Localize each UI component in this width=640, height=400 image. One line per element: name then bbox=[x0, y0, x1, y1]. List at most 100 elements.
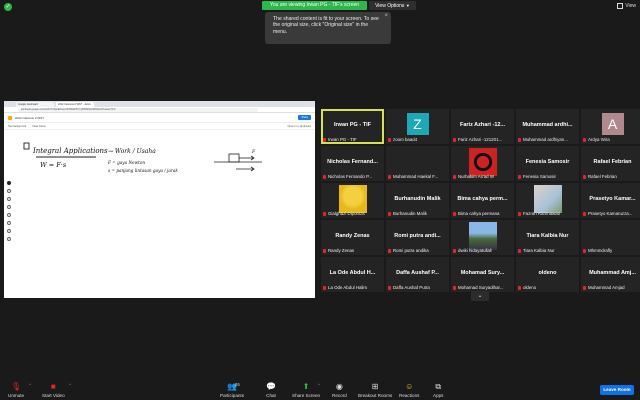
jamboard-header: 2022 Calculus 2 WST Share bbox=[4, 113, 315, 123]
participant-name: Tiara Kalbia Nur bbox=[523, 248, 555, 253]
participant-name-label: Romi putra andika bbox=[388, 248, 429, 253]
participants-button[interactable]: 👥 26 Participants bbox=[220, 382, 244, 398]
participant-display-name: La Ode Abdul H... bbox=[329, 270, 376, 276]
participant-tile[interactable]: Muhammad Haekal F... bbox=[386, 146, 449, 181]
participant-display-name: Prasetyo Kamar... bbox=[589, 196, 636, 202]
participant-tile[interactable]: Fazrah Rahmawati bbox=[516, 183, 579, 218]
microphone-muted-icon bbox=[388, 174, 391, 179]
microphone-muted-icon bbox=[453, 285, 456, 290]
participant-tile[interactable]: Fenesia Samosir Fenesia Samosir bbox=[516, 146, 579, 181]
participant-display-name: Muhammad ardhi... bbox=[522, 122, 573, 128]
eraser-tool-icon[interactable] bbox=[7, 189, 11, 193]
participant-display-name: Bima cahya perm... bbox=[457, 196, 508, 202]
participant-name-label: Ardya Wira bbox=[583, 137, 610, 142]
participant-tile[interactable]: Nurhakim As'ad W bbox=[451, 146, 514, 181]
start-video-button[interactable]: ■ Start Video bbox=[42, 382, 65, 398]
audio-options-chevron-icon[interactable]: ^ bbox=[29, 382, 31, 387]
participant-tile[interactable]: dwiki hidayatullah bbox=[451, 220, 514, 255]
participant-display-name: Romi putra andi... bbox=[394, 233, 441, 239]
set-background-button[interactable]: Set background bbox=[8, 125, 26, 128]
participant-tile[interactable]: La Ode Abdul H... La Ode Abdul Halim bbox=[321, 257, 384, 292]
share-screen-button[interactable]: ⬆ Share Screen bbox=[292, 382, 320, 398]
participant-tile[interactable]: Randy Zenas Randy Zenas bbox=[321, 220, 384, 255]
participant-tile[interactable]: Daffa Aushaf P... Daffa Aushaf Putra bbox=[386, 257, 449, 292]
view-button[interactable]: View bbox=[617, 3, 636, 9]
participant-tile[interactable]: Fariz Azhari -12... Fariz Azhari -121201.… bbox=[451, 109, 514, 144]
jamboard-canvas[interactable]: Integral Applications W = F·s → Work / U… bbox=[14, 131, 311, 298]
participant-tile[interactable]: Bima cahya perm... Bima cahya permana bbox=[451, 183, 514, 218]
participant-name-label: Nurhakim As'ad W bbox=[453, 174, 494, 179]
gallery-next-page-button[interactable]: ⌄ bbox=[471, 291, 489, 301]
microphone-muted-icon bbox=[518, 211, 521, 216]
close-icon[interactable]: × bbox=[384, 13, 388, 19]
participant-tile[interactable]: Prasetyo Kamar... Prasetyo Kamaruzza... bbox=[581, 183, 640, 218]
smiley-icon: ☺ bbox=[405, 382, 414, 391]
unmute-button[interactable]: 🎙 Unmute bbox=[8, 382, 24, 398]
participant-name-label: Daffa Aushaf Putra bbox=[388, 285, 430, 290]
participant-photo bbox=[468, 148, 497, 176]
image-tool-icon[interactable] bbox=[7, 213, 11, 217]
participant-tile[interactable]: Burhanudin Malik Burhanudin Malik bbox=[386, 183, 449, 218]
participant-name-label: Irwan PG - TIF bbox=[323, 137, 357, 142]
participant-tile[interactable]: A Ardya Wira bbox=[581, 109, 640, 144]
participant-tile[interactable]: oldeno oldeno bbox=[516, 257, 579, 292]
record-button[interactable]: ◉ Record bbox=[332, 382, 347, 398]
pen-tool-icon[interactable] bbox=[7, 181, 11, 185]
participant-tile[interactable]: Gialghazi Diponiza bbox=[321, 183, 384, 218]
participant-tile[interactable]: Nicholas Fernand... Nicholas Fernando P..… bbox=[321, 146, 384, 181]
laser-tool-icon[interactable] bbox=[7, 237, 11, 241]
shape-tool-icon[interactable] bbox=[7, 221, 11, 225]
participant-tile[interactable]: Mohamad Sury... Mohamad Suryadihar... bbox=[451, 257, 514, 292]
participant-tile[interactable]: Muhammad ardhi... Muhammad ardhiyan... bbox=[516, 109, 579, 144]
participant-name: Rafael Febrian bbox=[588, 174, 617, 179]
share-screen-label: Share Screen bbox=[292, 393, 321, 398]
participant-tile[interactable]: Irwan PG - TIF Irwan PG - TIF bbox=[321, 109, 384, 144]
participant-name-label: La Ode Abdul Halim bbox=[323, 285, 367, 290]
breakout-rooms-button[interactable]: ⊞ Breakout Rooms bbox=[358, 382, 392, 398]
share-screen-icon: ⬆ bbox=[302, 382, 310, 391]
text-tool-icon[interactable] bbox=[7, 229, 11, 233]
jamboard-tool-sidebar bbox=[6, 181, 12, 241]
video-options-chevron-icon[interactable]: ^ bbox=[69, 382, 71, 387]
participant-tile[interactable]: Zzoom baad4 bbox=[386, 109, 449, 144]
participant-tile[interactable]: Muhammad Amj... Muhammad Amjad bbox=[581, 257, 640, 292]
participant-name: Muhammad Haekal F... bbox=[393, 174, 439, 179]
participant-tile[interactable]: Tiara Kalbia Nur Tiara Kalbia Nur bbox=[516, 220, 579, 255]
chat-button[interactable]: 💬 Chat bbox=[266, 382, 276, 398]
view-options-button[interactable]: View Options ▼ bbox=[369, 0, 416, 10]
participant-tile[interactable]: Rafael Febrian Rafael Febrian bbox=[581, 146, 640, 181]
participant-name: Prasetyo Kamaruzza... bbox=[588, 211, 633, 216]
encryption-shield-icon[interactable]: ✓ bbox=[4, 3, 12, 11]
participant-display-name: oldeno bbox=[538, 270, 557, 276]
microphone-muted-icon bbox=[583, 137, 586, 142]
open-in-jamboard-link[interactable]: Open in a Jamboard bbox=[287, 125, 311, 128]
browser-url-field[interactable]: jamboard.google.com/d/1KzYh3pmEOeLUhF5I6… bbox=[18, 107, 258, 112]
participant-display-name: Daffa Aushaf P... bbox=[396, 270, 439, 276]
participants-count: 26 bbox=[234, 382, 240, 387]
participant-tile[interactable]: Romi putra andi... Romi putra andika bbox=[386, 220, 449, 255]
jamboard-toolbar: Set background Clear frame Open in a Jam… bbox=[4, 123, 315, 130]
microphone-muted-icon bbox=[453, 248, 456, 253]
browser-tab-active[interactable]: 2022 Calculus 2 WST - Jamb... bbox=[56, 102, 94, 107]
participant-name-label: Muhammad ardhiyan... bbox=[518, 137, 568, 142]
microphone-muted-icon bbox=[323, 174, 326, 179]
share-options-chevron-icon[interactable]: ^ bbox=[318, 382, 320, 387]
chevron-down-icon: ▼ bbox=[405, 2, 410, 8]
participant-name: Randy Zenas bbox=[328, 248, 355, 253]
browser-tab[interactable]: Google Jamboard bbox=[16, 102, 54, 107]
video-off-icon: ■ bbox=[50, 382, 56, 391]
participant-name: Mhmmdrafly bbox=[588, 248, 613, 253]
participant-name: Muhammad ardhiyan... bbox=[523, 137, 568, 142]
select-tool-icon[interactable] bbox=[7, 197, 11, 201]
participant-name-label: Muhammad Haekal F... bbox=[388, 174, 438, 179]
participant-name: La Ode Abdul Halim bbox=[328, 285, 368, 290]
apps-button[interactable]: ⧉ Apps bbox=[433, 382, 443, 398]
leave-room-button[interactable]: Leave Room bbox=[600, 385, 634, 395]
clear-frame-button[interactable]: Clear frame bbox=[32, 125, 46, 128]
participant-tile[interactable]: Mhmmdrafly bbox=[581, 220, 640, 255]
sticky-note-icon[interactable] bbox=[7, 205, 11, 209]
participant-name-label: Burhanudin Malik bbox=[388, 211, 427, 216]
jamboard-share-button[interactable]: Share bbox=[298, 115, 311, 120]
reactions-button[interactable]: ☺ Reactions bbox=[399, 382, 419, 398]
participant-name-label: Randy Zenas bbox=[323, 248, 354, 253]
